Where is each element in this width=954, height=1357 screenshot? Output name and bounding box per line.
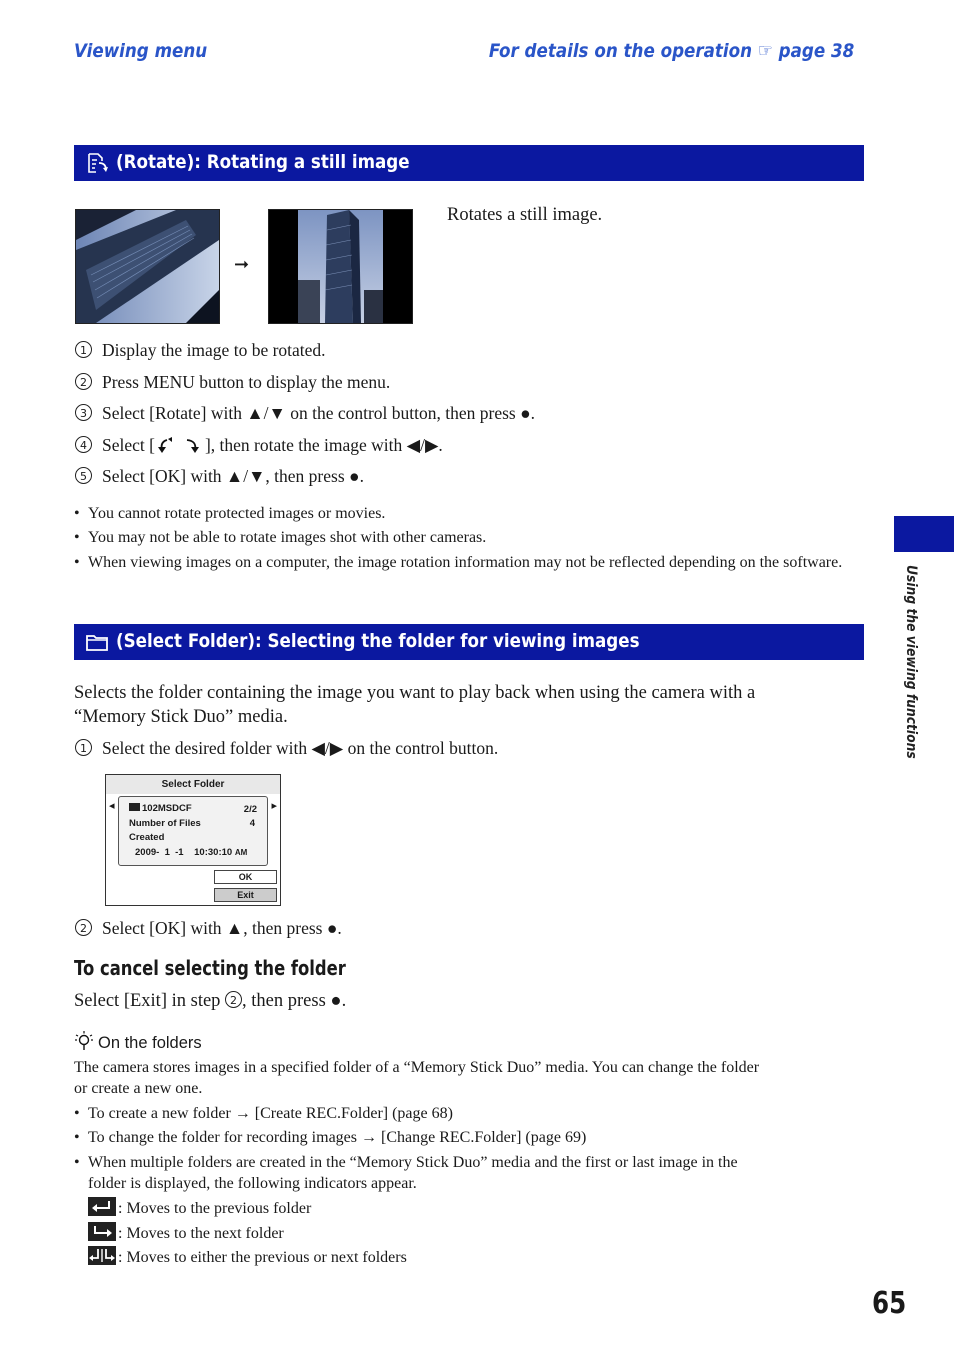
left-arrow-icon[interactable]: ◂ <box>109 799 115 812</box>
next-folder-icon <box>88 1222 116 1241</box>
rotate-note: • When viewing images on a computer, the … <box>74 554 843 571</box>
after-rotation-image <box>268 209 413 324</box>
step-number: 2 <box>75 373 92 390</box>
tip-bullet: • To change the folder for recording imag… <box>74 1129 587 1146</box>
previous-or-next-folder-icon <box>88 1246 116 1265</box>
step-number: 3 <box>75 404 92 421</box>
folder-icon <box>86 632 108 652</box>
indicator-either: : Moves to either the previous or next f… <box>88 1246 407 1268</box>
page-number: 65 <box>872 1286 907 1321</box>
rotate-note: • You cannot rotate protected images or m… <box>74 505 386 522</box>
step-text: Press MENU button to display the menu. <box>102 372 391 392</box>
folder-intro-line-1: Selects the folder containing the image … <box>74 683 756 703</box>
step-number: 1 <box>75 341 92 358</box>
lightbulb-icon <box>74 1031 94 1056</box>
rotate-icon <box>86 153 108 173</box>
step-number: 4 <box>75 436 92 453</box>
rotate-step-5: 5 Select [OK] with ▲/▼, then press ●. <box>75 466 364 487</box>
select-folder-screen: Select Folder ◂ ▸ 102MSDCF 2/2 Number of… <box>105 774 281 906</box>
tip-paragraph-line-1: The camera stores images in a specified … <box>74 1059 760 1076</box>
created-value: 2009- 1 -1 10:30:10 <box>135 847 233 858</box>
step-text: Select [ <box>102 435 155 455</box>
cancel-text: Select [Exit] in step 2, then press ●. <box>74 991 347 1011</box>
files-label: Number of Files <box>129 818 201 829</box>
rotate-step-3: 3 Select [Rotate] with ▲/▼ on the control… <box>75 403 535 424</box>
step-text: Select [Rotate] with ▲/▼ on the control … <box>102 403 536 423</box>
rotate-section-heading: (Rotate): Rotating a still image <box>74 145 864 181</box>
rotate-step-2: 2 Press MENU button to display the menu. <box>75 372 390 393</box>
step-text: Select [OK] with ▲/▼, then press ●. <box>102 466 364 486</box>
rotate-step-4: 4 Select [ ], then rotate the image with ◀… <box>75 435 443 459</box>
rotate-section-title: (Rotate): Rotating a still image <box>116 151 410 173</box>
created-ampm: AM <box>234 848 248 857</box>
tip-paragraph-line-2: or create a new one. <box>74 1080 203 1097</box>
tip-heading: On the folders <box>98 1034 202 1052</box>
rotate-step-1: 1 Display the image to be rotated. <box>75 340 326 361</box>
tip-bullet: • To create a new folder → [Create REC.Fo… <box>74 1105 453 1122</box>
rotate-direction-icon <box>157 436 203 459</box>
folder-name: 102MSDCF <box>142 803 192 814</box>
step-reference: 2 <box>225 991 243 1008</box>
folder-small-icon <box>129 803 140 811</box>
operation-reference-link[interactable]: For details on the operation ☞ page 38 <box>489 40 854 62</box>
step-text: ], then rotate the image with ◀/▶. <box>204 435 443 455</box>
step-text: Select [OK] with ▲, then press ●. <box>102 918 342 938</box>
indicator-previous: : Moves to the previous folder <box>88 1197 311 1219</box>
step-number: 2 <box>75 919 92 936</box>
ok-button[interactable]: OK <box>214 870 277 884</box>
cancel-heading: To cancel selecting the folder <box>74 956 346 980</box>
indicator-next: : Moves to the next folder <box>88 1222 284 1244</box>
rotate-description: Rotates a still image. <box>447 205 603 225</box>
folder-index: 2/2 <box>243 804 257 815</box>
arrow-right-icon: ➞ <box>234 254 250 275</box>
section-header: Viewing menu <box>74 40 208 62</box>
folder-info-panel: 102MSDCF 2/2 Number of Files 4 Created 2… <box>118 796 268 866</box>
exit-button[interactable]: Exit <box>214 888 277 902</box>
previous-folder-icon <box>88 1197 116 1216</box>
tip-heading-row: On the folders <box>74 1031 202 1056</box>
folder-intro-line-2: “Memory Stick Duo” media. <box>74 707 288 727</box>
step-number: 5 <box>75 467 92 484</box>
chapter-label: Using the viewing functions <box>903 565 919 759</box>
step-number: 1 <box>75 739 92 756</box>
created-label: Created <box>129 832 165 843</box>
files-value: 4 <box>249 818 255 829</box>
step-text: Select the desired folder with ◀/▶ on th… <box>102 738 499 758</box>
right-arrow-icon[interactable]: ▸ <box>271 799 277 812</box>
before-rotation-image <box>75 209 220 324</box>
screen-title: Select Folder <box>106 775 280 794</box>
folder-step-1: 1 Select the desired folder with ◀/▶ on t… <box>75 738 498 759</box>
tip-bullet: • When multiple folders are created in th… <box>74 1154 738 1192</box>
folder-section-title: (Select Folder): Selecting the folder fo… <box>116 630 640 652</box>
rotate-note: • You may not be able to rotate images sh… <box>74 529 487 546</box>
folder-step-2: 2 Select [OK] with ▲, then press ●. <box>75 918 342 939</box>
folder-section-heading: (Select Folder): Selecting the folder fo… <box>74 624 864 660</box>
step-text: Display the image to be rotated. <box>102 340 326 360</box>
chapter-tab[interactable] <box>894 516 954 552</box>
